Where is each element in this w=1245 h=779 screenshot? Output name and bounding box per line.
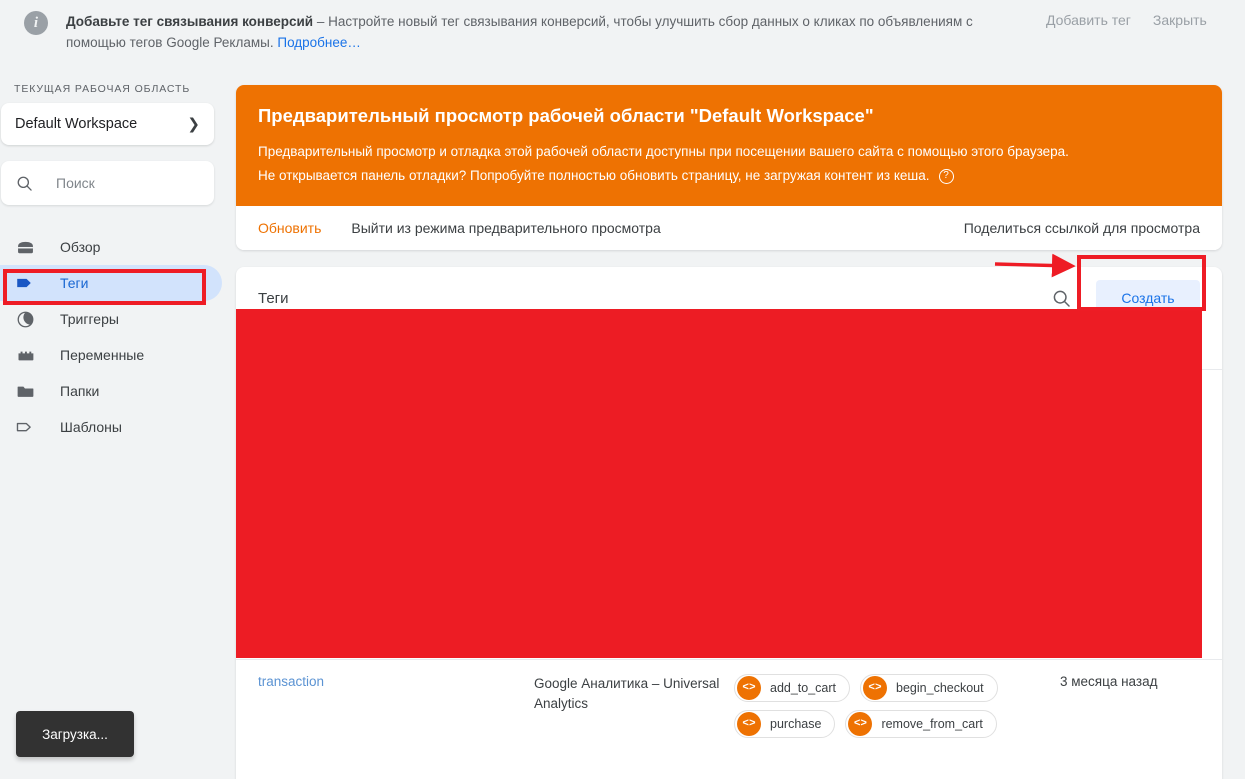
tag-name-link[interactable]: transaction xyxy=(258,674,324,689)
code-icon: <> xyxy=(737,676,761,700)
main-content: Предварительный просмотр рабочей области… xyxy=(236,61,1245,779)
preview-banner-line-2-text: Не открывается панель отладки? Попробуйт… xyxy=(258,168,930,183)
table-row[interactable]: transaction Google Аналитика – Universal… xyxy=(236,659,1222,738)
trigger-chip-label: purchase xyxy=(770,717,822,731)
trigger-chip[interactable]: <> purchase xyxy=(734,710,836,738)
trigger-chip[interactable]: <> remove_from_cart xyxy=(845,710,997,738)
trigger-chip-label: begin_checkout xyxy=(896,681,984,695)
sidebar-item-templates[interactable]: Шаблоны xyxy=(0,409,222,445)
notification-bar: i Добавьте тег связывания конверсий – На… xyxy=(0,0,1245,61)
loading-toast: Загрузка... xyxy=(16,711,134,757)
notification-text: Добавьте тег связывания конверсий – Наст… xyxy=(66,9,1026,53)
help-icon[interactable]: ? xyxy=(938,168,954,184)
workspace-name: Default Workspace xyxy=(15,116,138,132)
trigger-chip[interactable]: <> begin_checkout xyxy=(860,674,998,702)
preview-banner: Предварительный просмотр рабочей области… xyxy=(236,85,1222,250)
sidebar: ТЕКУЩАЯ РАБОЧАЯ ОБЛАСТЬ Default Workspac… xyxy=(0,61,237,779)
sidebar-nav: Обзор Теги Триггеры Переменные Папки Шаб… xyxy=(0,229,236,445)
sidebar-item-label: Обзор xyxy=(60,239,101,255)
preview-banner-title: Предварительный просмотр рабочей области… xyxy=(258,105,874,126)
info-icon: i xyxy=(24,11,48,35)
notification-dash: – xyxy=(313,14,329,29)
tag-triggers-cell: <> add_to_cart <> begin_checkout <> purc… xyxy=(734,674,1054,738)
redacted-rows-overlay xyxy=(236,309,1202,658)
tag-icon xyxy=(14,272,36,294)
sidebar-item-variables[interactable]: Переменные xyxy=(0,337,222,373)
trigger-icon xyxy=(14,308,36,330)
trigger-chip[interactable]: <> add_to_cart xyxy=(734,674,851,702)
code-icon: <> xyxy=(848,712,873,736)
tag-type-cell: Google Аналитика – Universal Analytics xyxy=(534,676,720,711)
code-icon: <> xyxy=(737,712,761,736)
sidebar-item-label: Папки xyxy=(60,383,100,399)
sidebar-item-label: Теги xyxy=(60,275,89,291)
close-notification-button[interactable]: Закрыть xyxy=(1153,12,1207,28)
tags-card-title: Теги xyxy=(258,289,289,307)
variable-icon xyxy=(14,344,36,366)
search-input[interactable] xyxy=(56,175,237,191)
sidebar-search[interactable] xyxy=(1,161,237,205)
folder-icon xyxy=(14,380,36,402)
search-icon xyxy=(17,176,32,191)
exit-preview-link[interactable]: Выйти из режима предварительного просмот… xyxy=(351,220,660,236)
sidebar-item-folders[interactable]: Папки xyxy=(0,373,222,409)
preview-banner-body: Предварительный просмотр рабочей области… xyxy=(236,85,1222,206)
overview-icon xyxy=(14,236,36,258)
tag-modified-cell: 3 месяца назад xyxy=(1060,674,1158,689)
code-icon: <> xyxy=(863,676,888,700)
preview-banner-line-1-text: Предварительный просмотр и отладка этой … xyxy=(258,144,1069,159)
trigger-chip-label: add_to_cart xyxy=(770,681,837,695)
sidebar-item-label: Переменные xyxy=(60,347,145,363)
preview-banner-line-2: Не открывается панель отладки? Попробуйт… xyxy=(258,164,1200,188)
sidebar-item-tags[interactable]: Теги xyxy=(0,265,222,301)
learn-more-link[interactable]: Подробнее… xyxy=(277,35,361,50)
preview-banner-actions: Обновить Выйти из режима предварительног… xyxy=(236,206,1222,250)
add-tag-button[interactable]: Добавить тег xyxy=(1046,12,1131,28)
trigger-chip-label: remove_from_cart xyxy=(881,717,983,731)
notification-actions: Добавить тег Закрыть xyxy=(1026,9,1215,28)
workspace-selector[interactable]: Default Workspace ❯ xyxy=(1,103,214,145)
notification-headline: Добавьте тег связывания конверсий xyxy=(66,14,314,29)
sidebar-item-overview[interactable]: Обзор xyxy=(0,229,222,265)
share-preview-link[interactable]: Поделиться ссылкой для просмотра xyxy=(964,220,1200,236)
chevron-right-icon: ❯ xyxy=(187,116,200,133)
sidebar-item-label: Триггеры xyxy=(60,311,119,327)
sidebar-item-label: Шаблоны xyxy=(60,419,122,435)
sidebar-item-triggers[interactable]: Триггеры xyxy=(0,301,222,337)
current-workspace-label: ТЕКУЩАЯ РАБОЧАЯ ОБЛАСТЬ xyxy=(14,83,191,95)
template-icon xyxy=(14,416,36,438)
tag-name-cell: transaction xyxy=(258,674,534,738)
refresh-link[interactable]: Обновить xyxy=(258,220,321,236)
preview-banner-line-1: Предварительный просмотр и отладка этой … xyxy=(258,140,1200,164)
tags-card: Теги Создать Имя ↑ Тип Триггеры активаци… xyxy=(236,267,1222,779)
